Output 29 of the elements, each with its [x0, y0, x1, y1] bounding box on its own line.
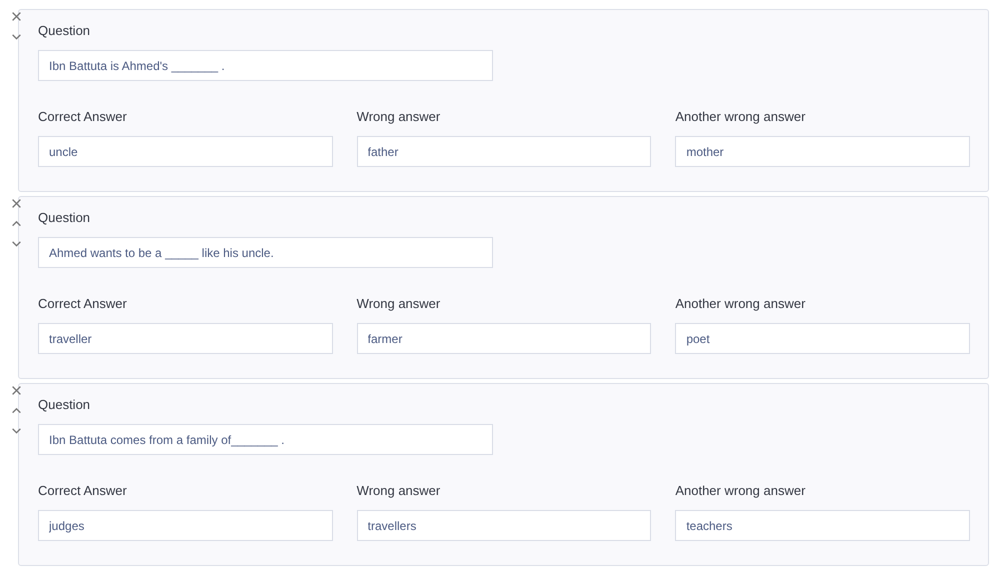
answer-label: Correct Answer	[38, 483, 128, 499]
answer-field[interactable]: poet	[675, 323, 970, 354]
answer-field[interactable]: father	[356, 136, 652, 167]
question-label: Question	[38, 23, 92, 39]
answer-label: Wrong answer	[356, 109, 442, 125]
answer-field[interactable]: judges	[38, 510, 333, 541]
answer-label: Another wrong answer	[675, 296, 806, 312]
question-label: Question	[38, 397, 92, 413]
close-icon[interactable]	[11, 385, 22, 396]
answer-field[interactable]: uncle	[38, 136, 333, 167]
answer-field[interactable]: traveller	[38, 323, 333, 354]
answer-label: Wrong answer	[356, 296, 442, 312]
answer-field[interactable]: farmer	[356, 323, 652, 354]
chevron-up-icon[interactable]	[11, 405, 22, 416]
close-icon[interactable]	[11, 198, 22, 209]
answer-field[interactable]: teachers	[675, 510, 970, 541]
answer-label: Correct Answer	[38, 109, 128, 125]
answer-label: Wrong answer	[356, 483, 442, 499]
question-field[interactable]: Ibn Battuta comes from a family of_______ .	[38, 424, 493, 455]
question-field[interactable]: Ahmed wants to be a _____ like his uncle.	[38, 237, 493, 268]
question-field[interactable]: Ibn Battuta is Ahmed's _______ .	[38, 50, 493, 81]
answer-label: Another wrong answer	[675, 109, 806, 125]
answer-label: Correct Answer	[38, 296, 128, 312]
chevron-up-icon[interactable]	[11, 218, 22, 229]
close-icon[interactable]	[11, 11, 22, 22]
question-label: Question	[38, 210, 92, 226]
answer-label: Another wrong answer	[675, 483, 806, 499]
answer-field[interactable]: travellers	[356, 510, 652, 541]
answer-field[interactable]: mother	[675, 136, 970, 167]
